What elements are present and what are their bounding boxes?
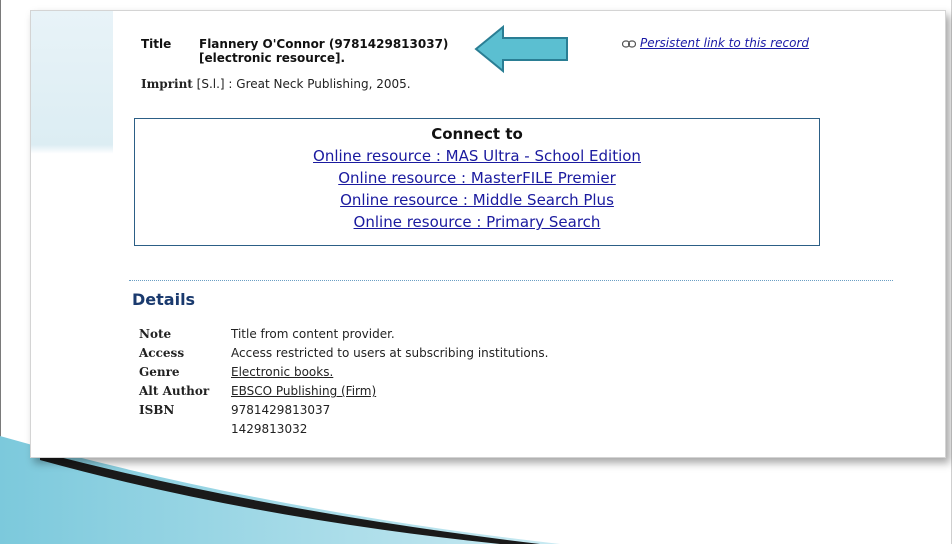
online-resource-link-masterfile[interactable]: Online resource : MasterFILE Premier bbox=[135, 169, 819, 187]
detail-value: 9781429813037 bbox=[231, 403, 331, 417]
chain-link-icon bbox=[622, 39, 636, 48]
online-resource-link-middle-search[interactable]: Online resource : Middle Search Plus bbox=[135, 191, 819, 209]
persistent-link[interactable]: Persistent link to this record bbox=[622, 36, 809, 50]
detail-label: Access bbox=[139, 346, 185, 360]
section-divider bbox=[129, 280, 893, 281]
online-resource-link-primary-search[interactable]: Online resource : Primary Search bbox=[135, 213, 819, 231]
connect-to-box: Connect to Online resource : MAS Ultra -… bbox=[134, 118, 820, 246]
imprint-value: [S.l.] : Great Neck Publishing, 2005. bbox=[192, 77, 411, 91]
detail-value: Access restricted to users at subscribin… bbox=[231, 346, 549, 360]
detail-label: Alt Author bbox=[139, 384, 210, 398]
catalog-record-screenshot: Title Flannery O'Connor (9781429813037) … bbox=[30, 10, 946, 458]
persistent-link-text: Persistent link to this record bbox=[640, 36, 810, 50]
title-label: Title bbox=[141, 37, 172, 51]
imprint-row: Imprint [S.l.] : Great Neck Publishing, … bbox=[141, 77, 411, 91]
connect-to-heading: Connect to bbox=[431, 125, 523, 143]
left-gradient-panel bbox=[31, 11, 113, 457]
online-resource-link-mas-ultra[interactable]: Online resource : MAS Ultra - School Edi… bbox=[135, 147, 819, 165]
detail-value: Title from content provider. bbox=[231, 327, 395, 341]
detail-label: ISBN bbox=[139, 403, 175, 417]
alt-author-link[interactable]: EBSCO Publishing (Firm) bbox=[231, 384, 376, 398]
detail-label: Note bbox=[139, 327, 172, 341]
imprint-label: Imprint bbox=[141, 77, 193, 91]
left-arrow-annotation-icon bbox=[474, 24, 568, 74]
detail-value: 1429813032 bbox=[231, 422, 308, 436]
record-title: Flannery O'Connor (9781429813037) [elect… bbox=[199, 37, 449, 65]
genre-link[interactable]: Electronic books. bbox=[231, 365, 333, 379]
detail-label: Genre bbox=[139, 365, 180, 379]
details-heading: Details bbox=[132, 290, 196, 309]
